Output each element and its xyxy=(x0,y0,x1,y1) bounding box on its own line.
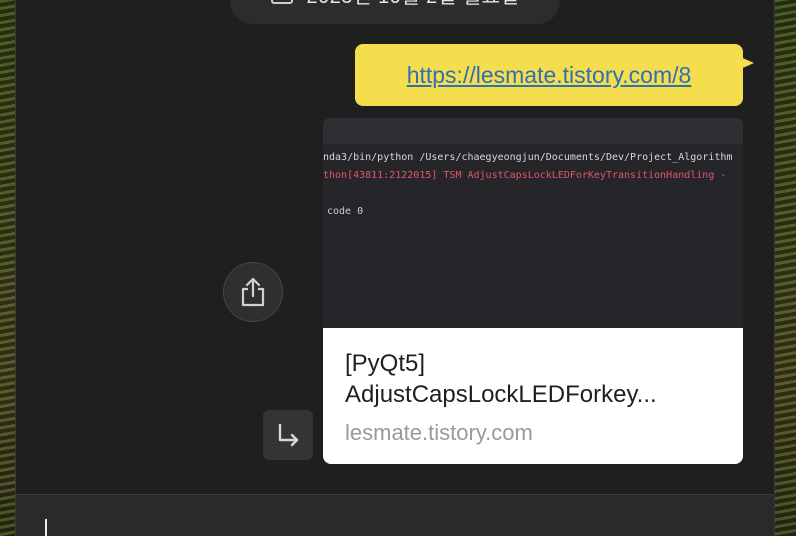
message-link[interactable]: https://lesmate.tistory.com/8 xyxy=(407,62,692,89)
link-preview-thumbnail: nda3/bin/python /Users/chaegyeongjun/Doc… xyxy=(323,118,743,328)
link-preview-card[interactable]: nda3/bin/python /Users/chaegyeongjun/Doc… xyxy=(323,118,743,464)
message-bubble[interactable]: https://lesmate.tistory.com/8 xyxy=(355,44,743,106)
text-caret xyxy=(45,519,47,536)
reply-button[interactable] xyxy=(263,410,313,460)
desktop-wallpaper-left xyxy=(0,0,16,536)
share-button[interactable] xyxy=(223,262,283,322)
bubble-tail xyxy=(738,56,754,70)
date-separator: 2025년 10월 2일 월요일 xyxy=(230,0,560,24)
calendar-icon xyxy=(270,0,293,4)
thumbnail-text-line: thon[43811:2122015] TSM AdjustCapsLockLE… xyxy=(323,170,727,181)
link-preview-title-line: [PyQt5] xyxy=(345,350,426,377)
link-preview-body: [PyQt5] AdjustCapsLockLEDForkey... lesma… xyxy=(323,328,743,446)
thumbnail-text-line: code 0 xyxy=(327,206,364,217)
date-text: 2025년 10월 2일 월요일 xyxy=(307,0,520,9)
chat-window: 2025년 10월 2일 월요일 https://lesmate.tistory… xyxy=(15,0,775,536)
link-preview-title: [PyQt5] AdjustCapsLockLEDForkey... xyxy=(345,348,721,410)
desktop-wallpaper-right xyxy=(772,0,796,536)
message-composer[interactable] xyxy=(16,494,774,536)
share-icon xyxy=(241,277,265,307)
thumbnail-text-line: nda3/bin/python /Users/chaegyeongjun/Doc… xyxy=(323,152,733,163)
reply-arrow-icon xyxy=(278,423,299,447)
thumbnail-toolbar xyxy=(323,118,743,144)
link-preview-domain: lesmate.tistory.com xyxy=(345,420,533,445)
link-preview-title-line: AdjustCapsLockLEDForkey... xyxy=(345,381,657,408)
